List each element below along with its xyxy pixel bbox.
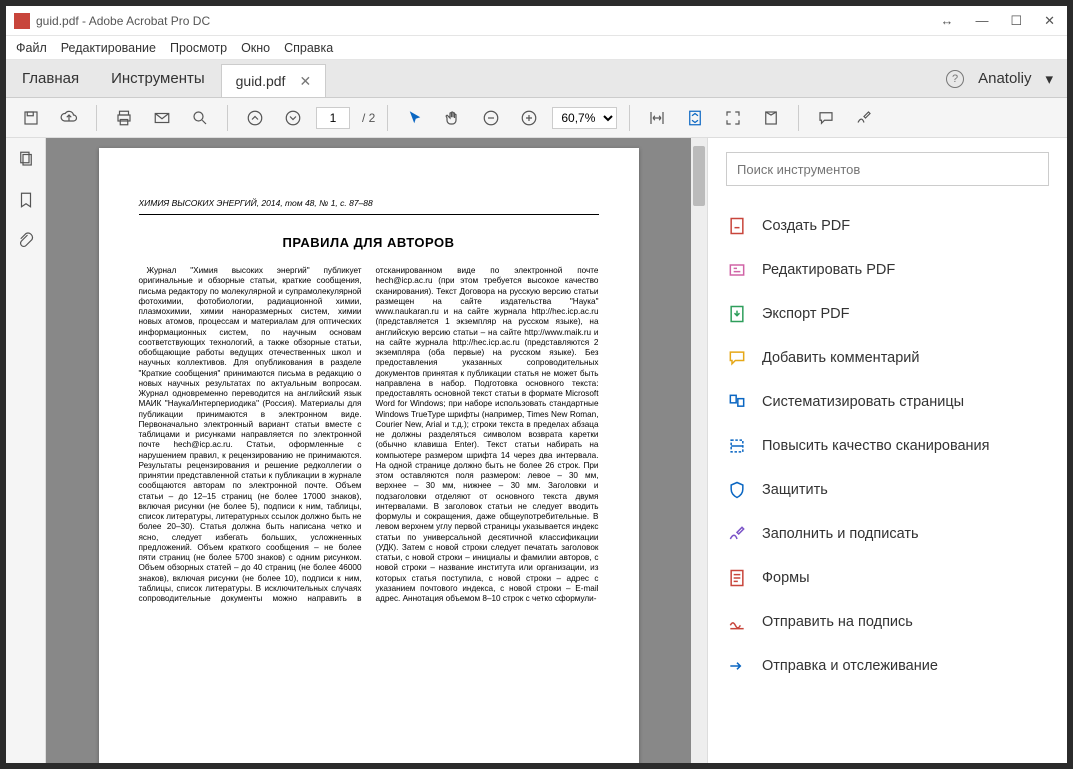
page-title: ПРАВИЛА ДЛЯ АВТОРОВ <box>139 235 599 250</box>
fit-page-icon[interactable] <box>680 103 710 133</box>
tool-enhance-scan[interactable]: Повысить качество сканирования <box>726 424 1049 468</box>
menu-edit[interactable]: Редактирование <box>61 41 156 55</box>
tool-send-track[interactable]: Отправка и отслеживание <box>726 644 1049 688</box>
tab-close-icon[interactable]: ✕ <box>299 73 311 90</box>
resize-handle-icon[interactable]: ↔ <box>940 13 953 29</box>
thumbnails-icon[interactable] <box>17 150 35 173</box>
fullscreen-icon[interactable] <box>718 103 748 133</box>
sign-icon[interactable] <box>849 103 879 133</box>
menu-help[interactable]: Справка <box>284 41 333 55</box>
window-title: guid.pdf - Adobe Acrobat Pro DC <box>36 14 940 28</box>
pdf-page: ХИМИЯ ВЫСОКИХ ЭНЕРГИЙ, 2014, том 48, № 1… <box>99 148 639 763</box>
close-button[interactable]: ✕ <box>1044 13 1055 29</box>
page-header: ХИМИЯ ВЫСОКИХ ЭНЕРГИЙ, 2014, том 48, № 1… <box>139 198 599 208</box>
reading-mode-icon[interactable] <box>756 103 786 133</box>
maximize-button[interactable]: ☐ <box>1010 13 1022 29</box>
email-icon[interactable] <box>147 103 177 133</box>
search-icon[interactable] <box>185 103 215 133</box>
bookmarks-icon[interactable] <box>17 191 35 214</box>
tab-document-label: guid.pdf <box>236 73 286 89</box>
help-icon[interactable]: ? <box>946 70 964 88</box>
tool-edit-pdf[interactable]: Редактировать PDF <box>726 248 1049 292</box>
print-icon[interactable] <box>109 103 139 133</box>
zoom-in-icon[interactable] <box>514 103 544 133</box>
menu-view[interactable]: Просмотр <box>170 41 227 55</box>
tool-create-pdf[interactable]: Создать PDF <box>726 204 1049 248</box>
page-down-icon[interactable] <box>278 103 308 133</box>
tool-forms[interactable]: Формы <box>726 556 1049 600</box>
app-icon <box>14 13 30 29</box>
tab-home[interactable]: Главная <box>6 60 95 97</box>
minimize-button[interactable]: — <box>975 13 988 29</box>
tool-export-pdf[interactable]: Экспорт PDF <box>726 292 1049 336</box>
tool-protect[interactable]: Защитить <box>726 468 1049 512</box>
page-up-icon[interactable] <box>240 103 270 133</box>
tool-add-comment[interactable]: Добавить комментарий <box>726 336 1049 380</box>
select-arrow-icon[interactable] <box>400 103 430 133</box>
comment-icon[interactable] <box>811 103 841 133</box>
tool-fill-sign[interactable]: Заполнить и подписать <box>726 512 1049 556</box>
user-dropdown-icon[interactable]: ▾ <box>1045 70 1053 88</box>
document-viewport[interactable]: ХИМИЯ ВЫСОКИХ ЭНЕРГИЙ, 2014, том 48, № 1… <box>46 138 707 763</box>
zoom-out-icon[interactable] <box>476 103 506 133</box>
vertical-scrollbar[interactable] <box>691 138 707 763</box>
tab-tools[interactable]: Инструменты <box>95 60 221 97</box>
user-name[interactable]: Anatoliy <box>978 70 1031 87</box>
menu-file[interactable]: Файл <box>16 41 47 55</box>
fit-width-icon[interactable] <box>642 103 672 133</box>
page-number-input[interactable] <box>316 107 350 129</box>
attachments-icon[interactable] <box>17 232 35 255</box>
tab-document[interactable]: guid.pdf ✕ <box>221 64 327 97</box>
tools-search-input[interactable] <box>726 152 1049 186</box>
hand-pan-icon[interactable] <box>438 103 468 133</box>
tool-organize-pages[interactable]: Систематизировать страницы <box>726 380 1049 424</box>
save-icon[interactable] <box>16 103 46 133</box>
cloud-upload-icon[interactable] <box>54 103 84 133</box>
tool-send-sign[interactable]: Отправить на подпись <box>726 600 1049 644</box>
page-body: Журнал "Химия высоких энергий" публикует… <box>139 266 599 606</box>
menu-window[interactable]: Окно <box>241 41 270 55</box>
zoom-select[interactable]: 60,7% <box>552 107 617 129</box>
page-total: / 2 <box>362 111 375 125</box>
